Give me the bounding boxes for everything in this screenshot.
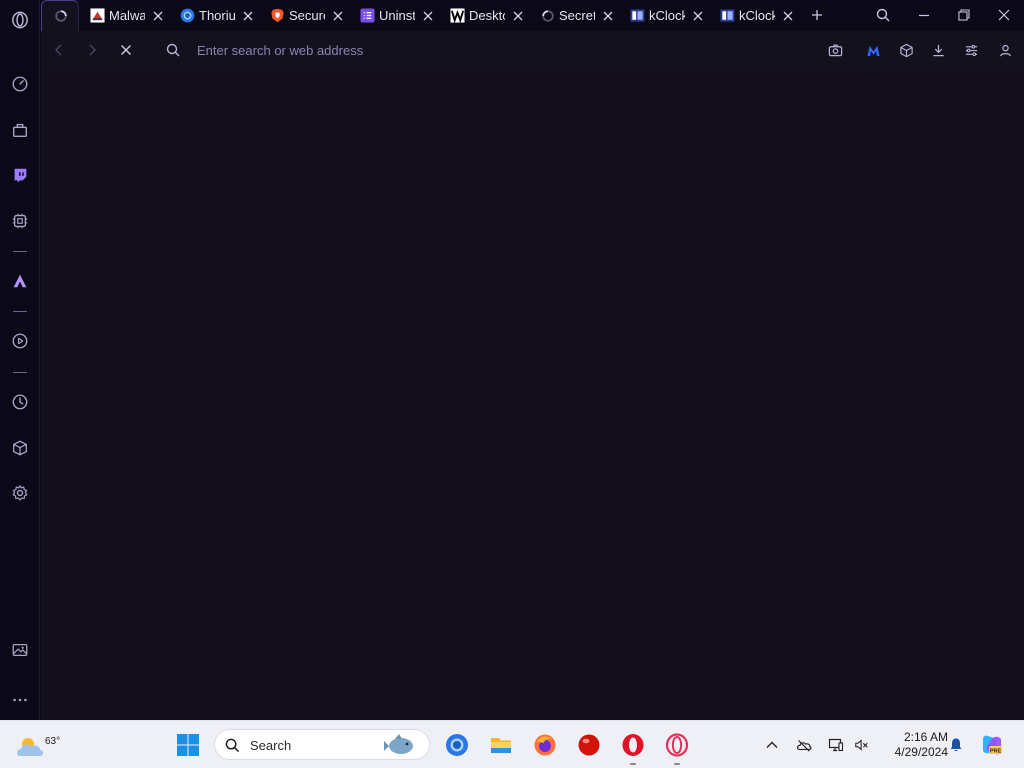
player-icon[interactable] — [8, 329, 32, 353]
profile-icon[interactable] — [995, 40, 1015, 60]
windows-taskbar: 63° Search 2:16 AM 4/29/2024 PRE — [0, 720, 1024, 768]
system-clock[interactable]: 2:16 AM 4/29/2024 — [878, 730, 948, 760]
tab-title: Secure — [289, 8, 325, 23]
weather-widget[interactable]: 63° — [14, 728, 60, 762]
tab-kclock-2[interactable]: kClock — [715, 0, 795, 31]
twitch-icon[interactable] — [8, 163, 32, 187]
tab-malwarebytes[interactable]: Malwa — [85, 0, 165, 31]
tab-secure[interactable]: Secure — [265, 0, 345, 31]
search-highlight-fish-icon — [384, 734, 413, 754]
image-gallery-icon[interactable] — [8, 638, 32, 662]
camera-snapshot-icon[interactable] — [825, 40, 845, 60]
weather-temperature: 63° — [45, 736, 61, 747]
search-icon — [163, 40, 183, 60]
close-window-button[interactable] — [993, 5, 1015, 25]
wikipedia-favicon — [450, 8, 465, 23]
extensions-icon[interactable] — [8, 209, 32, 233]
browser-sidebar — [0, 0, 40, 720]
tab-search-icon[interactable] — [872, 5, 894, 25]
close-tab-icon[interactable] — [421, 9, 435, 23]
sidebar-divider — [13, 251, 27, 252]
close-tab-icon[interactable] — [151, 9, 165, 23]
taskbar-search-box[interactable]: Search — [214, 729, 430, 760]
opera-gx-taskbar-icon[interactable] — [661, 729, 693, 765]
malwarebytes-favicon — [90, 8, 105, 23]
brave-favicon — [270, 8, 285, 23]
running-indicator — [630, 763, 636, 765]
file-explorer-icon[interactable] — [485, 729, 517, 761]
tab-title: kClock — [739, 8, 775, 23]
tab-bar: Malwa Thoriu Secure Uninst — [40, 0, 1024, 31]
show-hidden-icons-chevron-icon[interactable] — [762, 735, 782, 755]
download-icon[interactable] — [928, 40, 948, 60]
aria-icon[interactable] — [8, 269, 32, 293]
tab-thorium[interactable]: Thoriu — [175, 0, 255, 31]
speed-dial-icon[interactable] — [8, 72, 32, 96]
close-tab-icon[interactable] — [781, 9, 795, 23]
thorium-taskbar-icon[interactable] — [441, 729, 473, 761]
tab-title: Deskto — [469, 8, 505, 23]
malwarebytes-extension-icon[interactable] — [863, 40, 883, 60]
opera-loading-icon — [53, 9, 68, 24]
address-input[interactable] — [197, 39, 817, 61]
address-toolbar — [41, 31, 1024, 69]
red-ball-app-icon[interactable] — [573, 729, 605, 761]
list-favicon — [360, 8, 375, 23]
tab-uninstall[interactable]: Uninst — [355, 0, 435, 31]
more-options-icon[interactable] — [8, 688, 32, 712]
tab-secret[interactable]: Secret — [535, 0, 615, 31]
kclock-favicon — [630, 8, 645, 23]
forward-button[interactable] — [82, 40, 102, 60]
close-tab-icon[interactable] — [241, 9, 255, 23]
tab-kclock[interactable]: kClock — [625, 0, 705, 31]
restore-button[interactable] — [953, 5, 975, 25]
tab-active[interactable] — [41, 0, 79, 31]
running-indicator — [674, 763, 680, 765]
cube-icon[interactable] — [8, 436, 32, 460]
thorium-favicon — [180, 8, 195, 23]
history-icon[interactable] — [8, 390, 32, 414]
desktop: Malwa Thoriu Secure Uninst — [0, 0, 1024, 768]
easy-setup-icon[interactable] — [961, 40, 981, 60]
back-button[interactable] — [49, 40, 69, 60]
tab-title: Malwa — [109, 8, 145, 23]
tab-title: Thoriu — [199, 8, 235, 23]
close-tab-icon[interactable] — [601, 9, 615, 23]
clock-date: 4/29/2024 — [894, 745, 948, 759]
sidebar-divider — [13, 372, 27, 373]
close-tab-icon[interactable] — [691, 9, 705, 23]
display-device-icon[interactable] — [826, 735, 846, 755]
minimize-button[interactable] — [913, 5, 935, 25]
search-label: Search — [250, 738, 292, 753]
windows-logo-icon — [177, 734, 199, 756]
svg-text:PRE: PRE — [990, 749, 1002, 755]
extensions-cube-icon[interactable] — [896, 40, 916, 60]
close-tab-icon[interactable] — [331, 9, 345, 23]
copilot-icon[interactable]: PRE — [977, 730, 1007, 760]
notification-bell-icon[interactable] — [946, 735, 966, 755]
firefox-icon[interactable] — [529, 729, 561, 761]
search-icon — [225, 738, 240, 753]
tab-title: Secret — [559, 8, 595, 23]
sidebar-divider — [13, 311, 27, 312]
clock-time: 2:16 AM — [903, 730, 948, 744]
opera-logo-icon[interactable] — [8, 8, 32, 32]
network-sound-muted-icon[interactable] — [852, 735, 872, 755]
close-tab-icon[interactable] — [511, 9, 525, 23]
onedrive-offline-icon[interactable] — [794, 735, 814, 755]
new-tab-button[interactable] — [806, 5, 828, 25]
loading-spinner-favicon — [540, 8, 555, 23]
shopping-bag-icon[interactable] — [8, 118, 32, 142]
page-content-area — [41, 69, 1024, 720]
tab-desktop[interactable]: Deskto — [445, 0, 525, 31]
opera-taskbar-icon[interactable] — [617, 729, 649, 765]
settings-gear-icon[interactable] — [8, 481, 32, 505]
kclock-favicon — [720, 8, 735, 23]
tab-title: kClock — [649, 8, 685, 23]
start-button[interactable] — [172, 729, 204, 761]
tab-title: Uninst — [379, 8, 415, 23]
stop-loading-button[interactable] — [116, 40, 136, 60]
